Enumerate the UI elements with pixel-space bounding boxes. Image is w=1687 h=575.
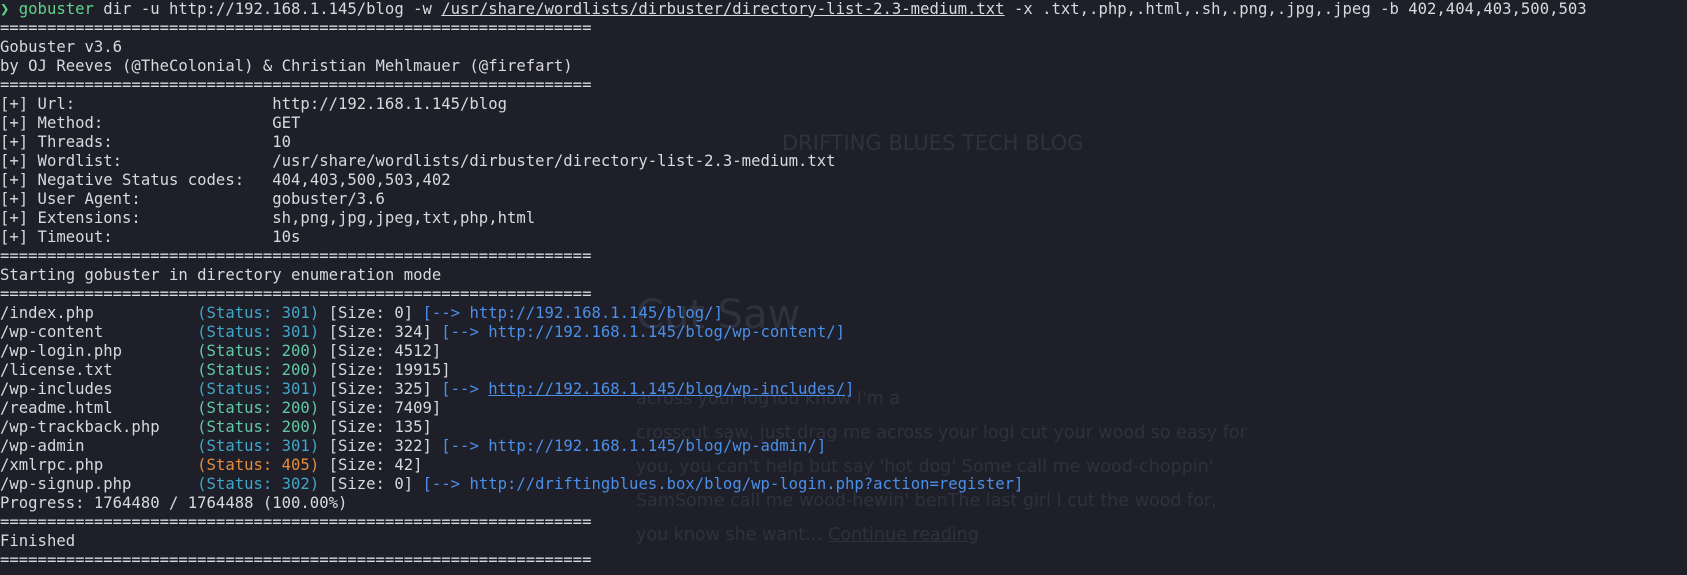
result-path: /wp-signup.php bbox=[0, 475, 198, 493]
config-label: [+] Url: bbox=[0, 95, 273, 113]
config-row: [+] Method: GET bbox=[0, 114, 1587, 133]
config-label: [+] Negative Status codes: bbox=[0, 171, 273, 189]
progress-line: Progress: 1764480 / 1764488 (100.00%) bbox=[0, 494, 348, 512]
result-status: (Status: 301) bbox=[197, 437, 320, 455]
redirect-prefix: [--> bbox=[431, 380, 489, 398]
config-label: [+] Extensions: bbox=[0, 209, 273, 227]
result-status: (Status: 302) bbox=[197, 475, 320, 493]
result-path: /wp-trackback.php bbox=[0, 418, 198, 436]
separator: ========================================… bbox=[0, 513, 592, 531]
redirect-suffix: ] bbox=[713, 304, 723, 322]
redirect-url-link[interactable]: http://192.168.1.145/blog/wp-content/ bbox=[488, 323, 835, 341]
result-status: (Status: 200) bbox=[197, 399, 320, 417]
result-row: /wp-login.php (Status: 200) [Size: 4512] bbox=[0, 342, 1587, 361]
result-path: /license.txt bbox=[0, 361, 198, 379]
result-status: (Status: 200) bbox=[197, 361, 320, 379]
config-list: [+] Url: http://192.168.1.145/blog [+] Me… bbox=[0, 95, 1587, 247]
result-row: /wp-includes (Status: 301) [Size: 325] [… bbox=[0, 380, 1587, 399]
result-path: /wp-admin bbox=[0, 437, 198, 455]
result-row: /index.php (Status: 301) [Size: 0] [--> … bbox=[0, 304, 1587, 323]
command-line: ❯ gobuster dir -u http://192.168.1.145/b… bbox=[0, 0, 1587, 19]
config-value: 404,403,500,503,402 bbox=[272, 171, 451, 189]
result-size: [Size: 325] bbox=[319, 380, 432, 398]
result-status: (Status: 405) bbox=[197, 456, 320, 474]
config-row: [+] Timeout: 10s bbox=[0, 228, 1587, 247]
redirect-prefix: [--> bbox=[431, 437, 489, 455]
config-row: [+] Extensions: sh,png,jpg,jpeg,txt,php,… bbox=[0, 209, 1587, 228]
separator: ========================================… bbox=[0, 76, 592, 94]
redirect-suffix: ] bbox=[835, 323, 845, 341]
separator: ========================================… bbox=[0, 19, 592, 37]
config-value: sh,png,jpg,jpeg,txt,php,html bbox=[272, 209, 536, 227]
config-label: [+] Threads: bbox=[0, 133, 273, 151]
separator: ========================================… bbox=[0, 247, 592, 265]
result-size: [Size: 324] bbox=[319, 323, 432, 341]
result-status: (Status: 301) bbox=[197, 380, 320, 398]
result-size: [Size: 0] bbox=[319, 304, 414, 322]
config-value: 10s bbox=[272, 228, 301, 246]
result-path: /wp-includes bbox=[0, 380, 198, 398]
command-wordlist-path[interactable]: /usr/share/wordlists/dirbuster/directory… bbox=[441, 0, 1004, 18]
results-list: /index.php (Status: 301) [Size: 0] [--> … bbox=[0, 304, 1587, 494]
config-row: [+] User Agent: gobuster/3.6 bbox=[0, 190, 1587, 209]
result-row: /license.txt (Status: 200) [Size: 19915] bbox=[0, 361, 1587, 380]
config-value: gobuster/3.6 bbox=[272, 190, 385, 208]
result-size: [Size: 4512] bbox=[319, 342, 442, 360]
result-path: /readme.html bbox=[0, 399, 198, 417]
result-size: [Size: 322] bbox=[319, 437, 432, 455]
result-status: (Status: 200) bbox=[197, 342, 320, 360]
redirect-suffix: ] bbox=[1013, 475, 1024, 493]
banner-version: Gobuster v3.6 bbox=[0, 38, 123, 56]
separator: ========================================… bbox=[0, 551, 592, 569]
config-value: GET bbox=[272, 114, 301, 132]
config-row: [+] Threads: 10 bbox=[0, 133, 1587, 152]
result-path: /wp-login.php bbox=[0, 342, 198, 360]
config-label: [+] Timeout: bbox=[0, 228, 273, 246]
redirect-prefix: [--> bbox=[413, 304, 470, 322]
result-row: /readme.html (Status: 200) [Size: 7409] bbox=[0, 399, 1587, 418]
result-row: /wp-content (Status: 301) [Size: 324] [-… bbox=[0, 323, 1587, 342]
config-value: http://192.168.1.145/blog bbox=[272, 95, 507, 113]
result-row: /wp-trackback.php (Status: 200) [Size: 1… bbox=[0, 418, 1587, 437]
finished-message: Finished bbox=[0, 532, 76, 550]
result-path: /index.php bbox=[0, 304, 198, 322]
command-program: gobuster bbox=[18, 0, 94, 18]
result-path: /wp-content bbox=[0, 323, 198, 341]
config-label: [+] Method: bbox=[0, 114, 273, 132]
config-label: [+] User Agent: bbox=[0, 190, 273, 208]
redirect-suffix: ] bbox=[845, 380, 855, 398]
result-row: /wp-admin (Status: 301) [Size: 322] [-->… bbox=[0, 437, 1587, 456]
result-size: [Size: 7409] bbox=[319, 399, 442, 417]
result-size: [Size: 42] bbox=[319, 456, 423, 474]
command-args: dir -u http://192.168.1.145/blog -w bbox=[93, 0, 442, 18]
separator: ========================================… bbox=[0, 285, 592, 303]
result-size: [Size: 19915] bbox=[319, 361, 451, 379]
config-row: [+] Wordlist: /usr/share/wordlists/dirbu… bbox=[0, 152, 1587, 171]
result-row: /wp-signup.php (Status: 302) [Size: 0] [… bbox=[0, 475, 1587, 494]
terminal-output[interactable]: ❯ gobuster dir -u http://192.168.1.145/b… bbox=[0, 0, 1587, 570]
result-path: /xmlrpc.php bbox=[0, 456, 198, 474]
config-row: [+] Url: http://192.168.1.145/blog bbox=[0, 95, 1587, 114]
result-size: [Size: 135] bbox=[319, 418, 432, 436]
redirect-url-link[interactable]: http://192.168.1.145/blog/wp-includes/ bbox=[488, 380, 845, 398]
redirect-prefix: [--> bbox=[413, 475, 470, 493]
redirect-url-link[interactable]: http://192.168.1.145/blog/wp-admin/ bbox=[488, 437, 817, 455]
config-row: [+] Negative Status codes: 404,403,500,5… bbox=[0, 171, 1587, 190]
banner-authors: by OJ Reeves (@TheColonial) & Christian … bbox=[0, 57, 573, 75]
config-value: /usr/share/wordlists/dirbuster/directory… bbox=[272, 152, 836, 170]
mode-message: Starting gobuster in directory enumerati… bbox=[0, 266, 442, 284]
result-row: /xmlrpc.php (Status: 405) [Size: 42] bbox=[0, 456, 1587, 475]
redirect-url-link[interactable]: http://driftingblues.box/blog/wp-login.p… bbox=[469, 475, 1014, 493]
result-size: [Size: 0] bbox=[319, 475, 414, 493]
config-value: 10 bbox=[272, 133, 292, 151]
config-label: [+] Wordlist: bbox=[0, 152, 273, 170]
command-args-rest: -x .txt,.php,.html,.sh,.png,.jpg,.jpeg -… bbox=[1004, 0, 1587, 18]
result-status: (Status: 301) bbox=[197, 304, 320, 322]
result-status: (Status: 200) bbox=[197, 418, 320, 436]
redirect-url-link[interactable]: http://192.168.1.145/blog/ bbox=[469, 304, 713, 322]
redirect-prefix: [--> bbox=[431, 323, 489, 341]
prompt-arrow-icon: ❯ bbox=[0, 0, 10, 18]
redirect-suffix: ] bbox=[816, 437, 827, 455]
result-status: (Status: 301) bbox=[197, 323, 320, 341]
